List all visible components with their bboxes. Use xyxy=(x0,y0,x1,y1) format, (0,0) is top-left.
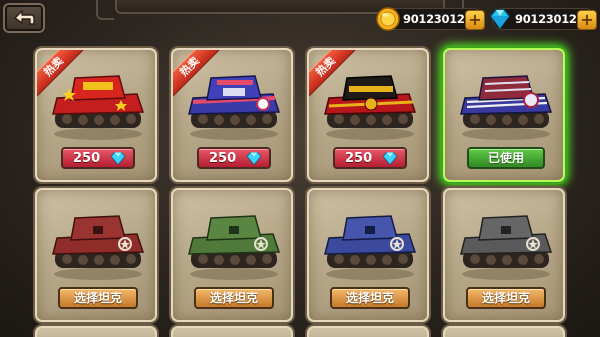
buy-button[interactable]: 250 xyxy=(333,147,407,169)
gold-coin-icon xyxy=(376,7,400,31)
skin-card[interactable]: 热卖 250 xyxy=(307,48,429,182)
tank-card[interactable]: 选择坦克 xyxy=(171,188,293,322)
select-tank-button[interactable]: 选择坦克 xyxy=(330,287,410,309)
tank-image xyxy=(188,215,281,280)
tank-card-partial[interactable] xyxy=(35,326,157,337)
coin-amount: 901230123 xyxy=(403,12,473,26)
tank-image xyxy=(188,75,281,140)
back-button[interactable] xyxy=(3,3,45,33)
add-gems-button[interactable]: + xyxy=(577,10,597,30)
gem-counter: 901230123 + xyxy=(490,8,597,30)
tank-card-partial[interactable] xyxy=(443,326,565,337)
buy-button[interactable]: 250 xyxy=(61,147,135,169)
buy-button[interactable]: 250 xyxy=(197,147,271,169)
diamond-gem-icon xyxy=(490,9,510,30)
back-arrow-icon xyxy=(14,10,35,25)
tank-card[interactable]: 选择坦克 xyxy=(307,188,429,322)
skin-card[interactable]: 热卖 250 xyxy=(35,48,157,182)
tank-image xyxy=(324,215,417,280)
select-tank-button[interactable]: 选择坦克 xyxy=(58,287,138,309)
tank-image xyxy=(324,75,417,140)
in-use-button[interactable]: 已使用 xyxy=(467,147,545,169)
gem-amount: 901230123 xyxy=(515,12,585,26)
tank-image xyxy=(460,75,553,140)
coin-counter: 901230123 + xyxy=(376,7,485,31)
top-bar: 901230123 + 901230123 + xyxy=(0,0,600,40)
diamond-gem-icon xyxy=(382,151,398,166)
tank-image xyxy=(52,75,145,140)
select-tank-button[interactable]: 选择坦克 xyxy=(194,287,274,309)
frame-decoration xyxy=(96,0,114,20)
tank-image xyxy=(52,215,145,280)
diamond-gem-icon xyxy=(110,151,126,166)
diamond-gem-icon xyxy=(246,151,262,166)
tank-card[interactable]: 选择坦克 xyxy=(35,188,157,322)
tank-image xyxy=(460,215,553,280)
skin-card-selected[interactable]: 已使用 xyxy=(443,48,565,182)
price-value: 250 xyxy=(73,151,101,166)
skin-card[interactable]: 热卖 250 xyxy=(171,48,293,182)
price-value: 250 xyxy=(209,151,237,166)
price-value: 250 xyxy=(345,151,373,166)
tank-card-partial[interactable] xyxy=(171,326,293,337)
add-coins-button[interactable]: + xyxy=(465,10,485,30)
tank-card[interactable]: 选择坦克 xyxy=(443,188,565,322)
select-tank-button[interactable]: 选择坦克 xyxy=(466,287,546,309)
tank-card-partial[interactable] xyxy=(307,326,429,337)
